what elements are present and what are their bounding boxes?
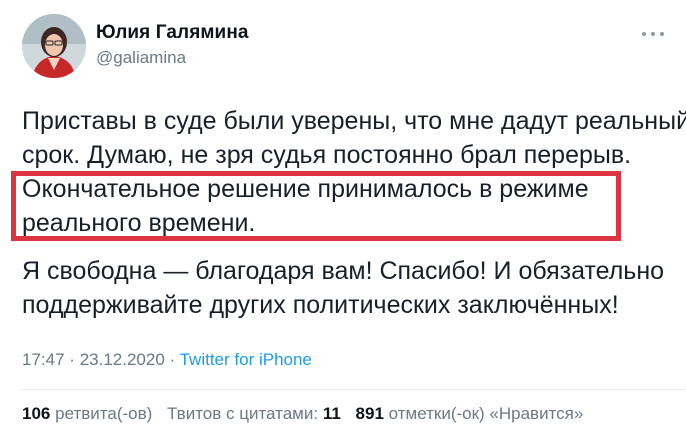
avatar[interactable] (22, 14, 86, 78)
tweet-source-link[interactable]: Twitter for iPhone (180, 350, 312, 369)
more-dots-icon[interactable] (642, 26, 664, 42)
tweet-line: Окончательное решение принималось в режи… (22, 175, 589, 203)
dot (642, 32, 646, 36)
tweet-line: реального времени. (22, 209, 256, 237)
tweet-line: срок. Думаю, не зря судья постоянно брал… (22, 141, 632, 169)
tweet-line: Я свободна — благодаря вам! Спасибо! И о… (22, 257, 665, 285)
divider (22, 389, 686, 390)
likes-stat[interactable]: 891 отметки(-ок) «Нравится» (356, 404, 584, 423)
tweet-paragraph-highlighted: Окончательное решение принималось в режи… (22, 172, 662, 240)
tweet-paragraph-2: Я свободна — благодаря вам! Спасибо! И о… (22, 254, 665, 322)
author-name[interactable]: Юлия Галямина (96, 22, 249, 44)
tweet-line: Приставы в суде были уверены, что мне да… (22, 107, 686, 135)
tweet-meta: 17:47 · 23.12.2020 · Twitter for iPhone (22, 350, 312, 370)
avatar-image (22, 14, 86, 78)
tweet-paragraph-1: Приставы в суде были уверены, что мне да… (22, 104, 686, 172)
tweet-time[interactable]: 17:47 (22, 350, 65, 369)
author-handle[interactable]: @galiamina (96, 48, 186, 68)
quotes-count: 11 (322, 404, 341, 423)
retweets-label: ретвита(-ов) (55, 404, 153, 423)
quotes-stat[interactable]: Твитов с цитатами: 11 (167, 404, 341, 423)
meta-separator: · (169, 350, 176, 369)
likes-label: отметки(-ок) «Нравится» (388, 404, 584, 423)
tweet-date[interactable]: 23.12.2020 (80, 350, 165, 369)
likes-count: 891 (355, 404, 384, 423)
quotes-label: Твитов с цитатами: (167, 404, 319, 423)
tweet-card: Юлия Галямина @galiamina Приставы в суде… (0, 0, 686, 433)
retweets-stat[interactable]: 106 ретвита(-ов) (22, 404, 152, 423)
tweet-line: поддерживайте других политических заключ… (22, 291, 619, 319)
retweets-count: 106 (22, 404, 51, 423)
meta-separator: · (69, 350, 75, 369)
dot (651, 32, 655, 36)
dot (660, 32, 664, 36)
tweet-stats: 106 ретвита(-ов) Твитов с цитатами: 11 8… (22, 404, 593, 424)
